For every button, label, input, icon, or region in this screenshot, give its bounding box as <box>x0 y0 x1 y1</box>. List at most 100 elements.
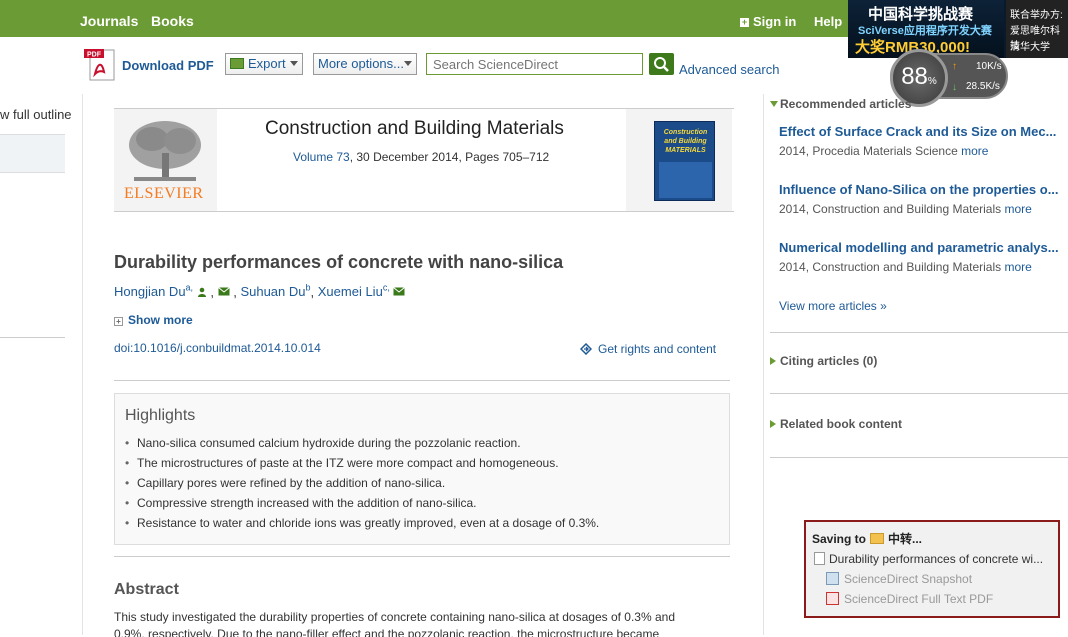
outline-item-highlighted[interactable] <box>0 134 65 173</box>
saving-document-name: Durability performances of concrete wi..… <box>829 552 1044 566</box>
author-link[interactable]: Xuemei Liuc, <box>318 283 390 299</box>
highlight-item: • The microstructures of paste at the ITZ… <box>125 456 599 476</box>
highlight-text: Nano-silica consumed calcium hydroxide d… <box>137 436 521 450</box>
export-button[interactable]: Export <box>225 53 303 75</box>
triangle-right-icon <box>770 357 776 365</box>
highlight-item: • Nano-silica consumed calcium hydroxide … <box>125 436 599 456</box>
advanced-search-link[interactable]: Advanced search <box>679 62 779 77</box>
nav-books[interactable]: Books <box>151 13 194 29</box>
journal-volume: Volume 73, 30 December 2014, Pages 705–7… <box>293 150 549 164</box>
saving-fulltext-row: ScienceDirect Full Text PDF <box>826 592 993 606</box>
sign-in-link[interactable]: + Sign in <box>740 14 796 29</box>
bullet-icon: • <box>125 436 130 450</box>
triangle-right-icon <box>770 420 776 428</box>
upload-speed: 10K/s <box>976 61 1002 72</box>
network-speed-widget[interactable]: 88% ↑ 10K/s ↓ 28.5K/s <box>890 49 1008 107</box>
article-title: Durability performances of concrete with… <box>114 252 564 272</box>
saving-popup[interactable]: Saving to 中转... Durability performances o… <box>804 520 1060 618</box>
bullet-icon: • <box>125 476 130 490</box>
view-more-articles-link[interactable]: View more articles » <box>779 299 887 313</box>
author-link[interactable]: Suhuan Dub <box>240 283 310 299</box>
highlights-list: • Nano-silica consumed calcium hydroxide … <box>125 436 599 536</box>
author-list: Hongjian Dua, , , Suhuan Dub, Xuemei Liu… <box>114 283 406 300</box>
plus-icon: + <box>740 17 749 27</box>
author-affiliation: c, <box>382 283 390 293</box>
recommended-article-title[interactable]: Effect of Surface Crack and its Size on … <box>779 124 1065 139</box>
recommended-article-title[interactable]: Numerical modelling and parametric analy… <box>779 240 1065 255</box>
email-icon[interactable] <box>217 287 230 296</box>
get-rights-link[interactable]: Get rights and content <box>580 342 716 356</box>
highlight-text: Resistance to water and chloride ions wa… <box>137 516 600 530</box>
journal-cover-image[interactable]: Construction and Building MATERIALS <box>654 121 715 201</box>
recommended-article-source: 2014, Construction and Building Material… <box>779 202 1002 216</box>
saving-title: Saving to 中转... <box>812 530 922 547</box>
download-arrow-icon: ↓ <box>952 82 957 93</box>
show-more-label: Show more <box>128 313 193 327</box>
section-divider <box>114 556 730 557</box>
saving-prefix: Saving to <box>812 532 867 546</box>
ad-banner[interactable]: 中国科学挑战赛 SciVerse应用程序开发大赛 大奖RMB30,000! 联合… <box>848 0 1068 58</box>
view-full-outline-link[interactable]: w full outline <box>0 107 72 122</box>
saving-folder-name: 中转... <box>888 532 923 546</box>
saving-document-row: Durability performances of concrete wi..… <box>814 552 1043 566</box>
snapshot-icon <box>826 572 839 585</box>
saving-fulltext-label: ScienceDirect Full Text PDF <box>844 592 994 606</box>
download-pdf-link[interactable]: Download PDF <box>122 58 214 73</box>
separator: , <box>233 284 237 300</box>
abstract-text: This study investigated the durability p… <box>114 610 675 624</box>
sidebar-divider <box>770 332 1068 333</box>
saving-snapshot-row: ScienceDirect Snapshot <box>826 572 972 586</box>
recommended-article-title[interactable]: Influence of Nano-Silica on the properti… <box>779 182 1065 197</box>
journal-cover-title: Construction and Building MATERIALS <box>663 129 708 154</box>
get-rights-label: Get rights and content <box>598 342 717 356</box>
more-options-label: More options... <box>318 56 404 71</box>
publisher-logo-box[interactable]: ELSEVIER <box>114 109 217 211</box>
recommended-article: Effect of Surface Crack and its Size on … <box>779 124 1068 158</box>
chevron-down-icon <box>404 61 412 66</box>
email-icon[interactable] <box>393 287 406 296</box>
volume-details: , 30 December 2014, Pages 705–712 <box>349 150 550 164</box>
author-affiliation: a, <box>185 283 194 293</box>
more-link[interactable]: more <box>1004 202 1031 216</box>
more-options-button[interactable]: More options... <box>313 53 417 75</box>
highlight-text: The microstructures of paste at the ITZ … <box>137 456 559 470</box>
export-label: Export <box>248 56 286 71</box>
recommended-article-meta: 2014, Procedia Materials Science more <box>779 144 1068 158</box>
show-more-toggle[interactable]: + Show more <box>114 313 193 327</box>
highlights-box: Highlights • Nano-silica consumed calcium… <box>114 393 730 545</box>
highlight-text: Capillary pores were refined by the addi… <box>137 476 446 490</box>
more-link[interactable]: more <box>1004 260 1031 274</box>
doi-link[interactable]: doi:10.1016/j.conbuildmat.2014.10.014 <box>114 341 321 355</box>
elsevier-tree-icon <box>129 121 201 181</box>
saving-snapshot-label: ScienceDirect Snapshot <box>844 572 973 586</box>
related-book-content-toggle[interactable]: Related book content <box>770 417 902 431</box>
recommended-article-meta: 2014, Construction and Building Material… <box>779 260 1068 274</box>
volume-link[interactable]: Volume 73 <box>293 150 350 164</box>
bullet-icon: • <box>125 456 130 470</box>
citing-articles-label: Citing articles (0) <box>780 354 878 368</box>
help-link[interactable]: Help <box>814 14 842 29</box>
recommended-articles-toggle[interactable]: Recommended articles <box>770 97 911 111</box>
ad-line1: 中国科学挑战赛 <box>868 6 974 23</box>
section-divider <box>114 380 730 381</box>
sidebar-divider <box>770 457 1068 458</box>
separator: , <box>210 284 214 300</box>
recommended-article-source: 2014, Construction and Building Material… <box>779 260 1002 274</box>
abstract-text-continued: 0.9%, respectively. Due to the nano-fill… <box>114 627 660 637</box>
highlight-text: Compressive strength increased with the … <box>137 496 477 510</box>
journal-title[interactable]: Construction and Building Materials <box>265 118 564 140</box>
more-link[interactable]: more <box>961 144 988 158</box>
nav-journals[interactable]: Journals <box>80 13 138 29</box>
search-input[interactable] <box>426 53 643 75</box>
speed-percent-unit: % <box>927 76 937 87</box>
bullet-icon: • <box>125 516 130 530</box>
bullet-icon: • <box>125 496 130 510</box>
adobe-pdf-icon[interactable]: PDF <box>84 48 116 82</box>
corresponding-author-icon[interactable] <box>197 287 207 298</box>
sign-in-label: Sign in <box>753 14 797 29</box>
recommended-article: Numerical modelling and parametric analy… <box>779 240 1068 274</box>
download-speed: 28.5K/s <box>966 81 1000 92</box>
citing-articles-toggle[interactable]: Citing articles (0) <box>770 354 877 368</box>
author-link[interactable]: Hongjian Dua, <box>114 283 194 299</box>
search-button[interactable] <box>649 53 674 75</box>
